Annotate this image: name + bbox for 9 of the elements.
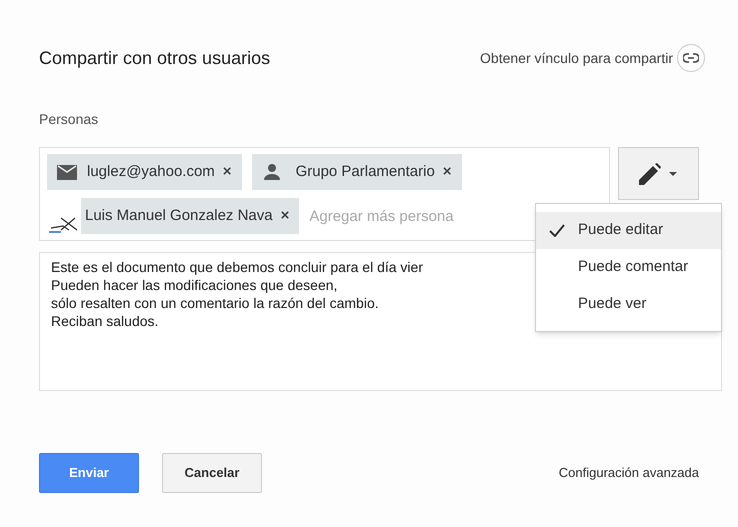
message-line: sólo resalten con un comentario la razón del cambio. xyxy=(51,294,379,312)
chip-label: Luis Manuel Gonzalez Nava xyxy=(85,206,273,226)
chip-label: luglez@yahoo.com xyxy=(87,162,215,182)
message-line: Reciban saludos. xyxy=(51,312,158,330)
people-label: Personas xyxy=(39,110,100,129)
chip-label: Grupo Parlamentario xyxy=(296,162,435,182)
dialog-title: Compartir con otros usuarios xyxy=(39,46,270,70)
message-line: Este es el documento que debemos concluir para el día vier xyxy=(51,258,423,276)
message-line: Pueden hacer las modificaciones que deseen, xyxy=(51,276,338,294)
